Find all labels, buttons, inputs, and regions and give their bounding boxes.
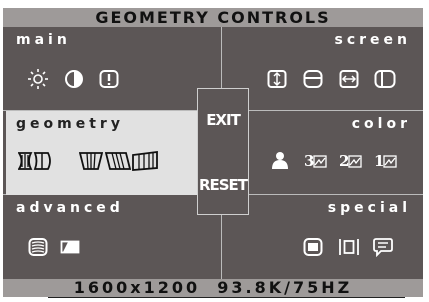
resolution-status: 1600x1200 93.8K/75HZ: [3, 279, 423, 297]
section-advanced[interactable]: advanced: [6, 195, 218, 279]
parallelogram-icon[interactable]: [105, 151, 131, 171]
section-geometry-label: geometry: [16, 116, 124, 132]
monitor-osd: GEOMETRY CONTROLS main screen geometry c…: [0, 0, 429, 302]
preset-3-number: 3: [304, 152, 314, 170]
section-color-label: color: [351, 116, 411, 132]
preset-1-icon[interactable]: 1: [374, 150, 398, 170]
preset-1-number: 1: [374, 152, 384, 170]
degauss-icon[interactable]: [60, 240, 80, 254]
osd-menu: main screen geometry color 3 2 1 advance…: [3, 27, 423, 279]
section-screen[interactable]: screen: [224, 27, 417, 111]
preset-2-number: 2: [339, 152, 349, 170]
rotation-icon[interactable]: [132, 151, 158, 171]
section-color[interactable]: color 3 2 1: [224, 111, 417, 195]
reset-button[interactable]: RESET: [198, 176, 248, 194]
recall-icon[interactable]: [303, 237, 323, 257]
section-geometry[interactable]: geometry: [6, 111, 218, 195]
osd-title: GEOMETRY CONTROLS: [3, 8, 423, 27]
section-special[interactable]: special: [224, 195, 417, 279]
center-button-column: EXIT RESET: [197, 88, 249, 215]
moire-icon[interactable]: [28, 237, 48, 257]
horizontal-position-icon[interactable]: [374, 69, 396, 89]
section-advanced-label: advanced: [16, 200, 124, 216]
exit-button[interactable]: EXIT: [198, 111, 248, 129]
info-icon[interactable]: [99, 69, 119, 89]
preset-2-icon[interactable]: 2: [339, 150, 363, 170]
focus-icon[interactable]: [338, 237, 360, 257]
preset-3-icon[interactable]: 3: [304, 150, 328, 170]
section-special-label: special: [327, 200, 411, 216]
horizontal-size-icon[interactable]: [339, 69, 359, 89]
section-main[interactable]: main: [6, 27, 218, 111]
user-color-icon[interactable]: [271, 151, 289, 169]
vertical-position-icon[interactable]: [303, 69, 323, 89]
bottom-rule: [48, 297, 405, 298]
language-icon[interactable]: [373, 237, 393, 257]
section-main-label: main: [16, 32, 71, 48]
pincushion-icon[interactable]: [18, 151, 52, 171]
vertical-size-icon[interactable]: [267, 69, 287, 89]
trapezoid-icon[interactable]: [79, 151, 103, 171]
brightness-icon[interactable]: [28, 69, 48, 89]
contrast-icon[interactable]: [64, 69, 84, 89]
section-screen-label: screen: [334, 32, 411, 48]
